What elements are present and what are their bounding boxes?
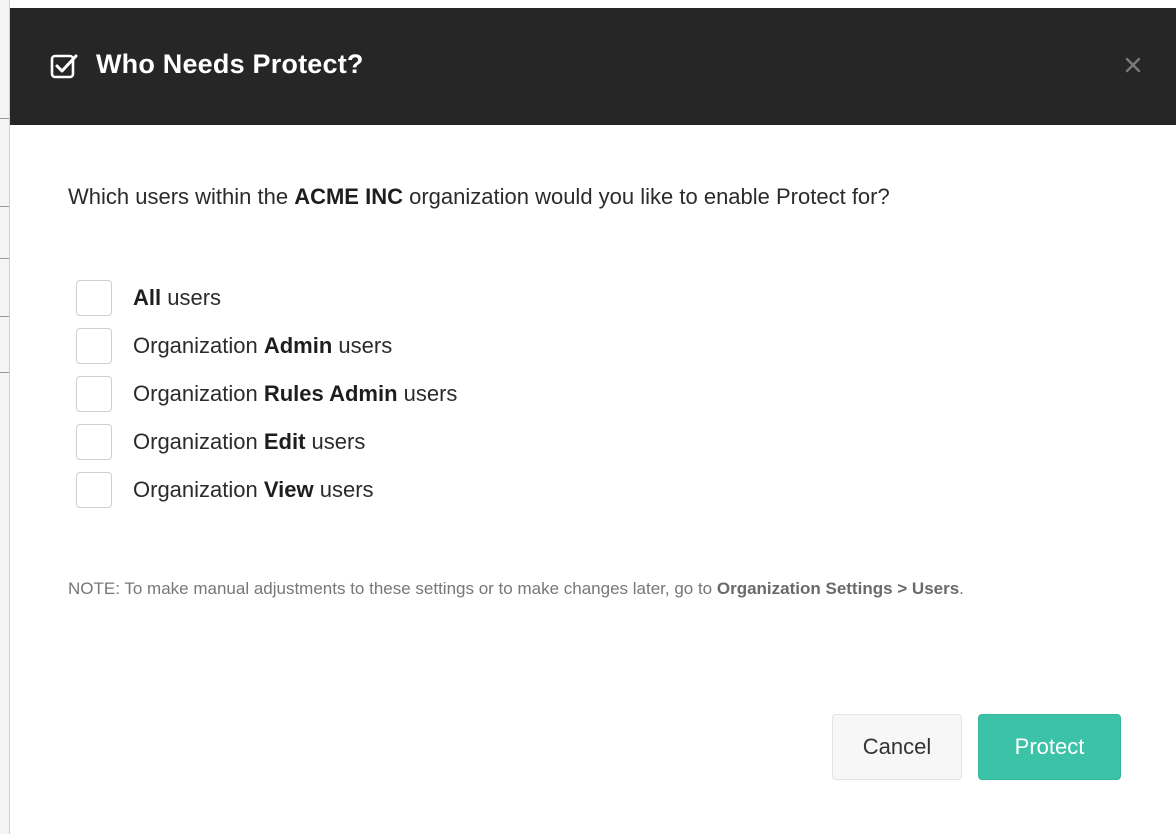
close-icon[interactable]	[1120, 52, 1146, 78]
edge-divider	[0, 118, 9, 119]
option-prefix: Organization	[133, 381, 264, 406]
option-suffix: users	[161, 285, 222, 310]
option-label: Organization Edit users	[133, 429, 365, 455]
option-suffix: users	[397, 381, 458, 406]
option-label: Organization View users	[133, 477, 374, 503]
checkbox-check-icon	[50, 52, 78, 80]
background-edge	[0, 0, 10, 834]
option-suffix: users	[305, 429, 366, 454]
option-admin-users[interactable]: Organization Admin users	[76, 322, 457, 370]
option-label: All users	[133, 285, 221, 311]
question-suffix: organization would you like to enable Pr…	[402, 184, 890, 209]
option-label: Organization Rules Admin users	[133, 381, 457, 407]
dialog-title: Who Needs Protect?	[96, 49, 364, 79]
option-role: All	[133, 285, 162, 310]
option-prefix: Organization	[133, 333, 264, 358]
option-suffix: users	[313, 477, 374, 502]
option-suffix: users	[332, 333, 393, 358]
note-end: .	[959, 579, 964, 598]
option-prefix: Organization	[133, 477, 264, 502]
edit-users-checkbox[interactable]	[76, 424, 112, 460]
view-users-checkbox[interactable]	[76, 472, 112, 508]
option-label: Organization Admin users	[133, 333, 392, 359]
note-text: NOTE: To make manual adjustments to thes…	[68, 579, 717, 598]
protect-button[interactable]: Protect	[978, 714, 1121, 780]
edge-divider	[0, 372, 9, 373]
organization-name: ACME INC	[294, 184, 403, 209]
dialog-header: Who Needs Protect?	[10, 8, 1176, 125]
question-text: Which users within the ACME INC organiza…	[68, 184, 890, 210]
edge-divider	[0, 206, 9, 207]
option-all-users[interactable]: All users	[76, 274, 457, 322]
option-view-users[interactable]: Organization View users	[76, 466, 457, 514]
option-role: Rules Admin	[263, 381, 398, 406]
option-prefix: Organization	[133, 429, 264, 454]
option-edit-users[interactable]: Organization Edit users	[76, 418, 457, 466]
settings-path: Organization Settings > Users	[716, 579, 960, 598]
option-role: View	[263, 477, 314, 502]
edge-divider	[0, 316, 9, 317]
cancel-button[interactable]: Cancel	[832, 714, 962, 780]
option-role: Admin	[263, 333, 333, 358]
settings-note: NOTE: To make manual adjustments to thes…	[68, 574, 1118, 604]
option-role: Edit	[263, 429, 306, 454]
edge-divider	[0, 258, 9, 259]
admin-users-checkbox[interactable]	[76, 328, 112, 364]
rules-admin-users-checkbox[interactable]	[76, 376, 112, 412]
protect-dialog: Who Needs Protect? Which users within th…	[10, 0, 1176, 834]
all-users-checkbox[interactable]	[76, 280, 112, 316]
page: Who Needs Protect? Which users within th…	[0, 0, 1176, 834]
user-options-list: All users Organization Admin users Organ…	[76, 274, 457, 514]
question-prefix: Which users within the	[68, 184, 295, 209]
option-rules-admin-users[interactable]: Organization Rules Admin users	[76, 370, 457, 418]
